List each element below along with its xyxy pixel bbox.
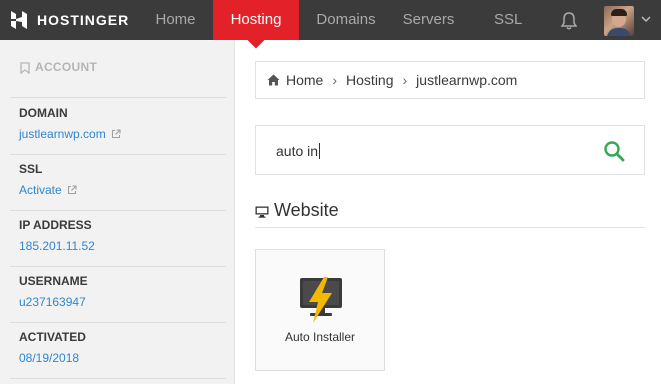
- ip-address-info: IP ADDRESS 185.201.11.52: [10, 211, 226, 267]
- active-tab-pointer: [247, 31, 265, 49]
- breadcrumb-hosting[interactable]: Hosting: [346, 72, 393, 88]
- brand-name: HOSTINGER: [37, 12, 130, 28]
- search-box[interactable]: auto in: [255, 125, 645, 175]
- section-title: Website: [274, 200, 339, 220]
- external-link-icon[interactable]: [111, 129, 121, 139]
- website-section-header: Website: [255, 200, 645, 228]
- nav-hosting-label: Hosting: [230, 11, 282, 28]
- auto-installer-card[interactable]: Auto Installer: [255, 249, 385, 371]
- breadcrumb-separator: ›: [332, 72, 338, 88]
- nav-hosting[interactable]: Hosting: [213, 0, 299, 49]
- text-cursor: [319, 143, 321, 159]
- chevron-down-icon[interactable]: [641, 14, 651, 24]
- nav-servers[interactable]: Servers: [396, 0, 461, 40]
- domain-link[interactable]: justlearnwp.com: [19, 127, 226, 141]
- ssl-value[interactable]: Activate: [19, 183, 62, 197]
- username-value: u237163947: [19, 295, 86, 309]
- account-heading: ACCOUNT: [10, 60, 226, 98]
- bell-icon[interactable]: [559, 11, 579, 31]
- avatar[interactable]: [604, 6, 634, 36]
- username-label: USERNAME: [19, 274, 88, 288]
- hostinger-logo[interactable]: HOSTINGER: [10, 10, 129, 30]
- ssl-info: SSL Activate: [10, 155, 226, 211]
- nav-domains[interactable]: Domains: [314, 0, 378, 40]
- breadcrumb-home[interactable]: Home: [286, 72, 323, 88]
- domain-label: DOMAIN: [19, 106, 68, 120]
- search-icon[interactable]: [603, 140, 625, 162]
- activated-info: ACTIVATED 08/19/2018: [10, 323, 226, 379]
- activated-value: 08/19/2018: [19, 351, 80, 365]
- breadcrumb-separator: ›: [402, 72, 408, 88]
- bookmark-icon: [20, 62, 30, 74]
- breadcrumb-domain: justlearnwp.com: [416, 72, 518, 88]
- top-navigation-bar: HOSTINGER Home Hosting Domains Servers S…: [0, 0, 661, 49]
- account-heading-label: ACCOUNT: [35, 60, 98, 74]
- ip-address-label: IP ADDRESS: [19, 218, 92, 232]
- card-label: Auto Installer: [284, 330, 356, 344]
- nav-home[interactable]: Home: [151, 0, 200, 40]
- activated-label: ACTIVATED: [19, 330, 86, 344]
- ssl-activate-link[interactable]: Activate: [19, 183, 226, 197]
- hostinger-logo-icon: [11, 11, 27, 29]
- ssl-label: SSL: [19, 162, 43, 176]
- external-link-icon[interactable]: [67, 185, 77, 195]
- auto-installer-icon: [300, 277, 342, 323]
- nav-ssl[interactable]: SSL: [494, 0, 522, 40]
- search-input-value[interactable]: auto in: [276, 143, 318, 159]
- home-icon[interactable]: [267, 74, 280, 86]
- breadcrumb: Home › Hosting › justlearnwp.com: [255, 61, 645, 99]
- ip-address-value: 185.201.11.52: [19, 239, 95, 253]
- username-info: USERNAME u237163947: [10, 267, 226, 323]
- domain-info: DOMAIN justlearnwp.com: [10, 99, 226, 155]
- domain-value[interactable]: justlearnwp.com: [19, 127, 106, 141]
- account-sidebar: ACCOUNT DOMAIN justlearnwp.com SSL Activ…: [0, 40, 235, 384]
- search-input[interactable]: auto in: [276, 143, 321, 159]
- monitor-icon: [255, 206, 269, 218]
